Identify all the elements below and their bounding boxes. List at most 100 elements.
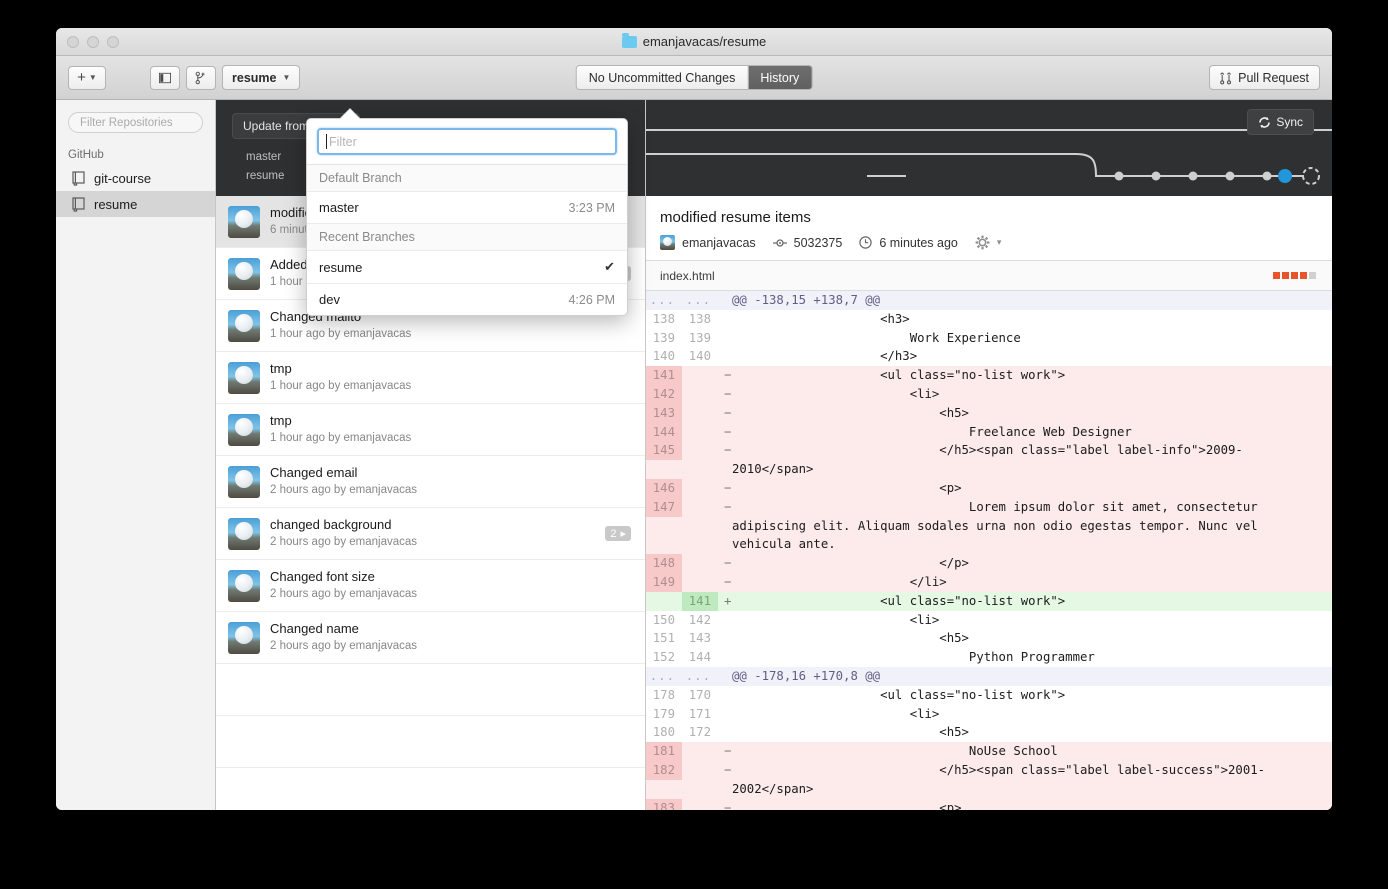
diff-code: <li> (732, 386, 940, 401)
diff-code: <ul class="no-list work"> (732, 368, 1066, 383)
commit-row[interactable]: Changed font size 2 hours ago by emanjav… (216, 560, 645, 612)
tab-history[interactable]: History (747, 66, 812, 89)
window-title: emanjavacas/resume (56, 28, 1332, 55)
commit-row[interactable]: tmp 1 hour ago by emanjavacas (216, 404, 645, 456)
commit-title: tmp (270, 361, 292, 376)
diff-code: Work Experience (732, 330, 1021, 345)
pull-request-label: Pull Request (1238, 70, 1309, 85)
branch-selector-label: resume (232, 70, 277, 85)
commit-row[interactable]: Changed name 2 hours ago by emanjavacas (216, 612, 645, 664)
diff-line-del: 142 − <li> (646, 384, 1332, 404)
diff-code: </h5><span class="label label-info">2009… (732, 443, 1243, 477)
commit-title: tmp (270, 413, 292, 428)
minimize-button[interactable] (87, 35, 99, 48)
diff-line-ctx: 152 144 Python Programmer (646, 648, 1332, 667)
graph-branch-label-master: master (246, 151, 282, 163)
diff-line-del: 181 − NoUse School (646, 742, 1332, 761)
sidebar-item-git-course[interactable]: git-course (56, 165, 215, 191)
commit-title: Changed font size (270, 569, 375, 584)
diff-code: Lorem ipsum dolor sit amet, consectetur … (732, 499, 1266, 552)
diff-old-line-number: 148 (646, 554, 682, 573)
diff-code: <h3> (732, 311, 910, 326)
commit-row[interactable]: Changed email 2 hours ago by emanjavacas (216, 456, 645, 508)
dropdown-item-dev[interactable]: dev 4:26 PM (307, 284, 627, 315)
diff-sign: − (724, 386, 732, 401)
window-controls[interactable] (67, 35, 119, 48)
commit-row[interactable]: tmp 1 hour ago by emanjavacas (216, 352, 645, 404)
diff-line-del: 182 − </h5><span class="label label-succe… (646, 760, 1332, 799)
zoom-button[interactable] (107, 35, 119, 48)
diff-code: <ul class="no-list work"> (732, 687, 1066, 702)
commit-graph-right: Sync (646, 100, 1332, 196)
diff-new-line-number: 142 (688, 612, 711, 627)
commit-sha[interactable]: 5032375 (794, 236, 843, 250)
diff-new-line-number: 171 (688, 706, 711, 721)
diff-code: @@ -178,16 +170,8 @@ (732, 668, 881, 683)
pull-request-button[interactable]: Pull Request (1209, 65, 1320, 90)
diff-code: Freelance Web Designer (732, 424, 1132, 439)
change-square (1309, 272, 1316, 279)
commit-row[interactable]: changed background 2 hours ago by emanja… (216, 508, 645, 560)
diff-new-line-number: 172 (688, 725, 711, 740)
commit-detail-pane: Sync modified resume items emanjavacas 5… (646, 100, 1332, 810)
commit-meta: 2 hours ago by emanjavacas (270, 484, 418, 496)
avatar (228, 361, 260, 394)
diff-viewer[interactable]: ...... @@ -138,15 +138,7 @@ 138 138 <h3> 139… (646, 291, 1332, 810)
diff-old-line-number: 143 (646, 403, 682, 423)
diff-line-del: 143 − <h5> (646, 403, 1332, 423)
diff-new-line-number: 144 (688, 650, 711, 665)
diff-old-line-number: 145 (646, 441, 682, 461)
sidebar-item-resume[interactable]: resume (56, 191, 215, 217)
diff-line-ctx: 139 139 Work Experience (646, 328, 1332, 348)
diff-sign: − (724, 762, 732, 777)
diff-new-line-number: ... (685, 668, 711, 683)
diff-line-ctx: 180 172 <h5> (646, 723, 1332, 743)
sidebar-toggle-button[interactable] (150, 65, 180, 90)
close-button[interactable] (67, 35, 79, 48)
diff-old-line-number: ... (649, 293, 675, 307)
diff-sign: − (724, 480, 732, 495)
branch-filter-input[interactable]: Filter (317, 128, 617, 155)
badge-count: 2 (610, 527, 617, 540)
check-icon: ✔ (604, 259, 615, 274)
commit-meta: 2 hours ago by emanjavacas (270, 640, 418, 652)
pull-request-icon (1220, 72, 1232, 84)
diff-old-line-number: 139 (652, 330, 675, 345)
branch-selector-button[interactable]: resume ▼ (222, 65, 301, 90)
toolbar: + ▼ resume ▼ No Uncommitted Changes Hist… (56, 56, 1332, 100)
diff-old-line-number: 180 (652, 725, 675, 740)
commit-title: Changed email (270, 465, 358, 480)
avatar (228, 205, 260, 238)
mode-segmented-control[interactable]: No Uncommitted Changes History (575, 65, 813, 90)
diff-code: <h5> (732, 631, 969, 646)
sync-button[interactable]: Sync (1247, 109, 1314, 135)
dropdown-item-master[interactable]: master 3:23 PM (307, 192, 627, 224)
new-branch-button[interactable] (186, 65, 216, 90)
diff-sign: − (724, 443, 732, 458)
repository-icon (72, 196, 86, 212)
diff-new-line-number: 139 (688, 330, 711, 345)
diff-code: <h5> (732, 405, 969, 420)
file-header-bar[interactable]: index.html (646, 261, 1332, 291)
add-repository-button[interactable]: + ▼ (68, 65, 106, 90)
diff-new-line-number: 138 (688, 311, 711, 326)
diff-line-del: 148 − </p> (646, 554, 1332, 573)
filter-repositories-input[interactable]: Filter Repositories (68, 112, 203, 133)
commit-file-count-badge[interactable]: 2 ▸ (605, 526, 631, 541)
change-square (1273, 272, 1280, 279)
commit-meta: 1 hour ago by emanjavacas (270, 432, 412, 444)
dropdown-item-resume[interactable]: resume ✔ (307, 251, 627, 284)
diff-code: </p> (732, 556, 969, 571)
main-body: Filter Repositories GitHub git-course re… (56, 100, 1332, 810)
chevron-down-icon[interactable]: ▾ (997, 237, 1002, 248)
diff-line-del: 146 − <p> (646, 478, 1332, 498)
diff-old-line-number: 178 (652, 687, 675, 702)
diff-sign: − (724, 556, 732, 571)
diff-line-hunk: ...... @@ -138,15 +138,7 @@ (646, 291, 1332, 310)
tab-uncommitted-changes[interactable]: No Uncommitted Changes (576, 66, 748, 89)
sync-label: Sync (1276, 115, 1303, 129)
commit-node-icon (772, 238, 787, 247)
diff-old-line-number: 181 (646, 742, 682, 761)
diff-sign: − (724, 405, 732, 420)
branch-time: 3:23 PM (568, 200, 615, 215)
